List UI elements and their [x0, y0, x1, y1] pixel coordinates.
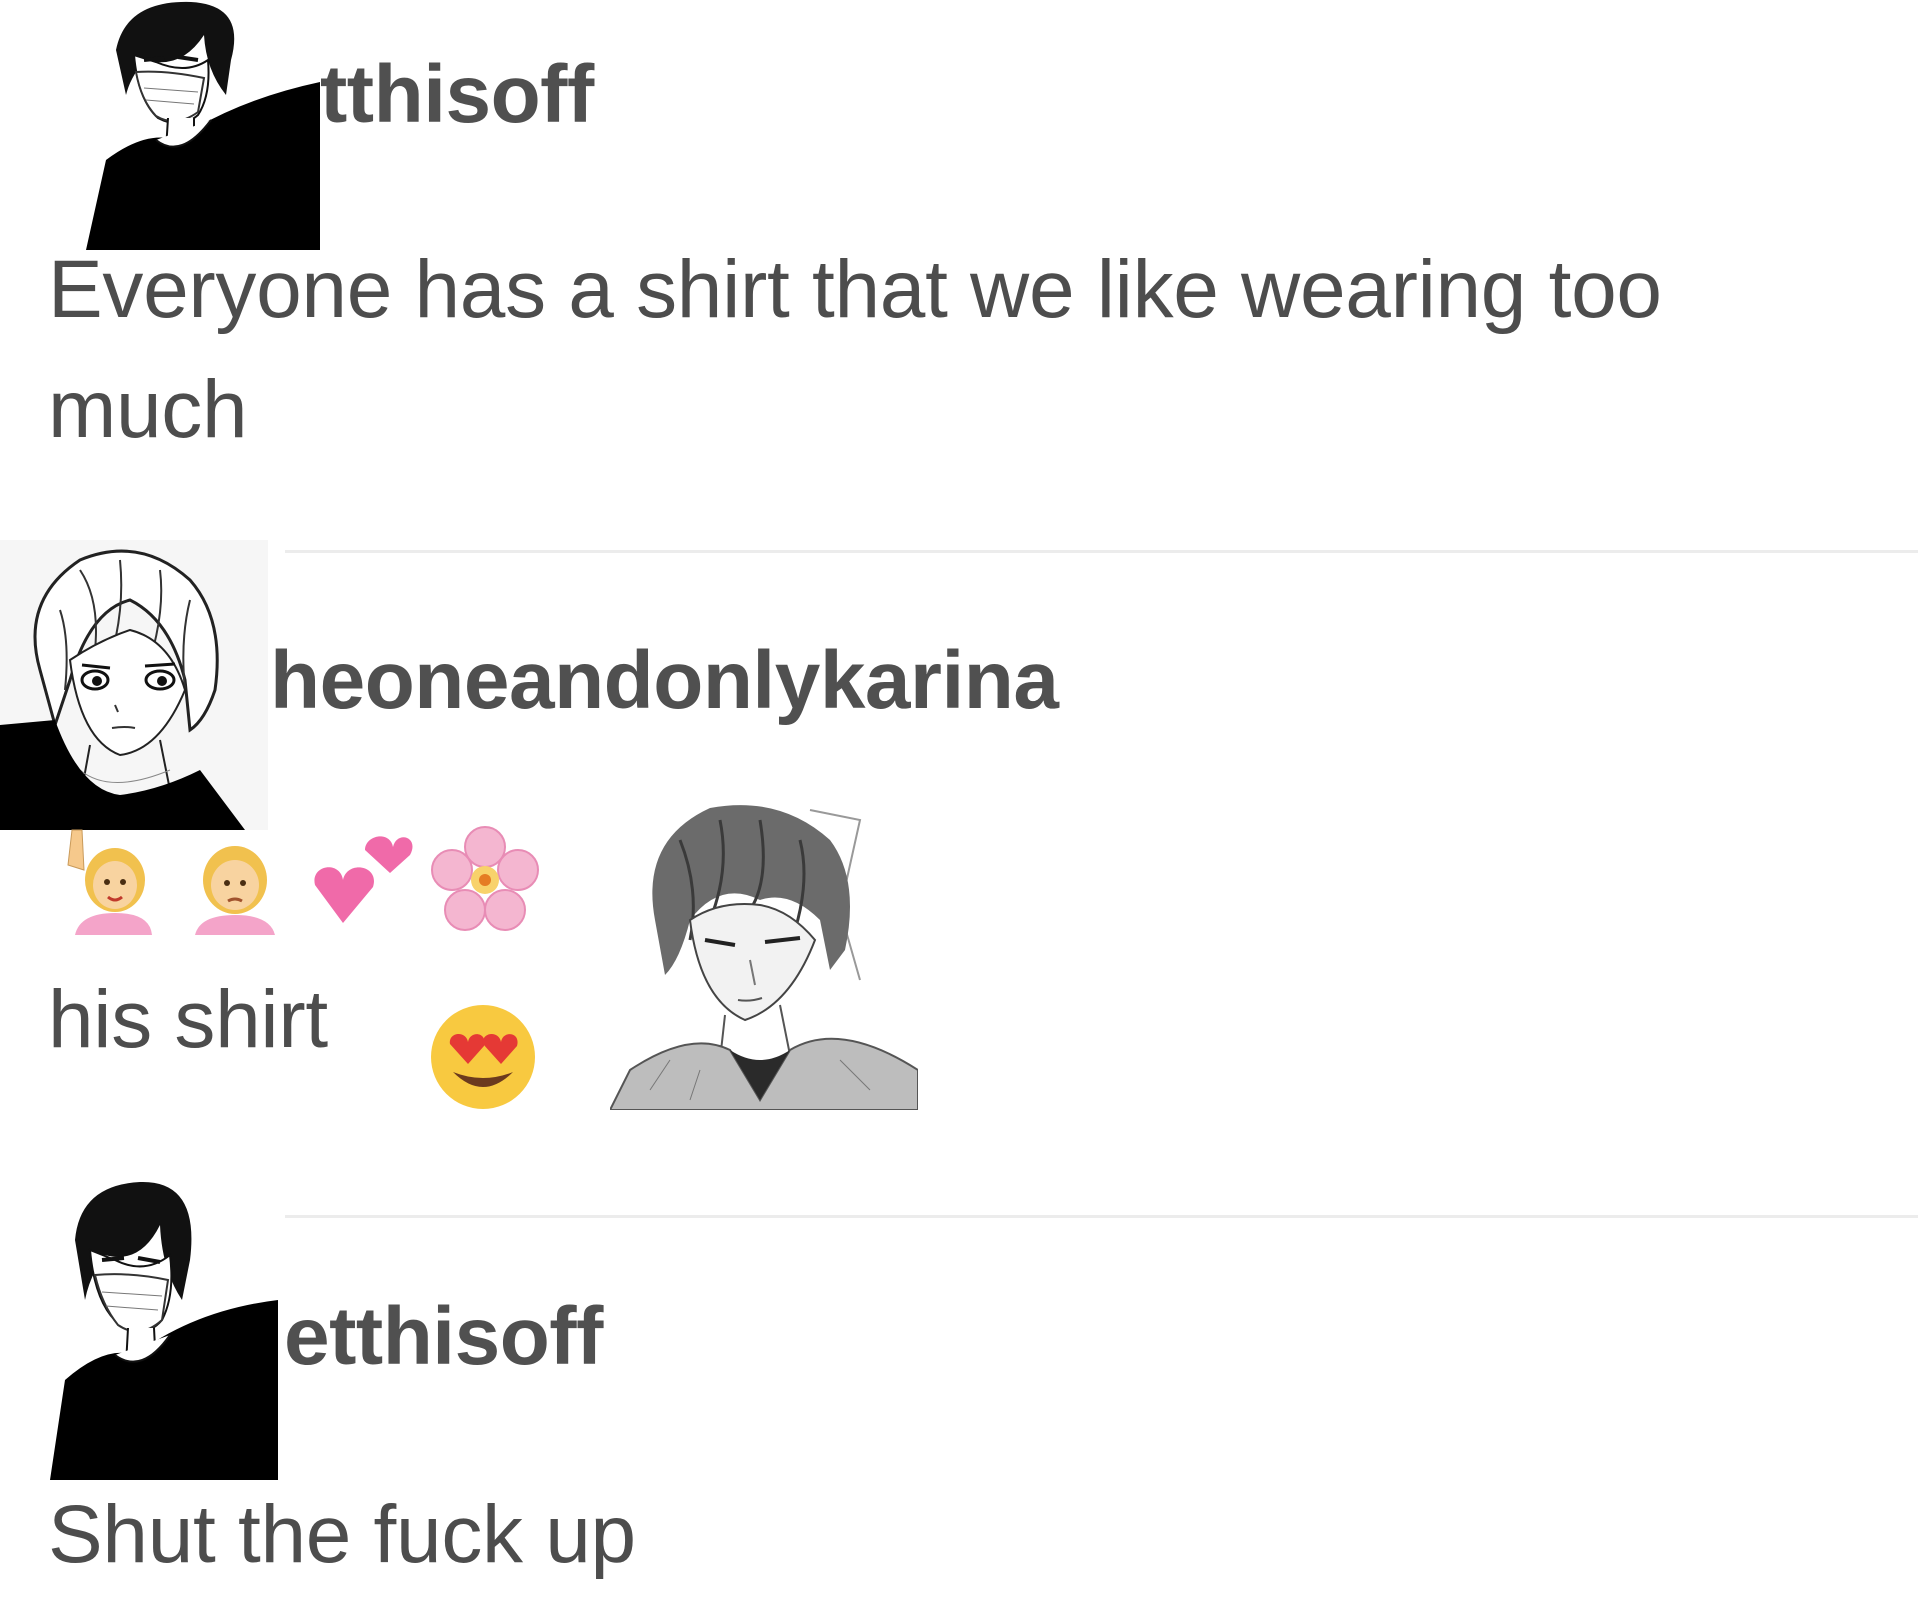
username[interactable]: tthisoff [320, 48, 594, 142]
avatar[interactable] [86, 0, 320, 250]
comment-text: Shut the fuck up [48, 1489, 636, 1580]
anime-blonde-boy-avatar-icon [0, 549, 245, 830]
anime-boy-masked-avatar-icon [50, 1181, 278, 1480]
comment-text: Everyone has a shirt that we like wearin… [48, 244, 1662, 455]
cherry-blossom-emoji [431, 826, 539, 931]
comment-item: tthisoff Everyone has a shirt that we li… [0, 0, 1918, 480]
avatar[interactable] [50, 1180, 278, 1480]
woman-raising-hand-emoji [67, 829, 152, 935]
emoji-line [60, 825, 580, 935]
sticker [608, 800, 919, 1111]
woman-pouting-emoji [195, 846, 275, 935]
anime-boy-masked-avatar-icon [86, 1, 320, 250]
username[interactable]: etthisoff [284, 1290, 603, 1384]
avatar[interactable] [0, 540, 268, 830]
heart-eyes-emoji [431, 1005, 535, 1109]
username[interactable]: heoneandonlykarina [270, 634, 1059, 728]
comment-item: heoneandonlykarina his shirt [0, 540, 1918, 1180]
comment-item: etthisoff Shut the fuck up [0, 1180, 1918, 1624]
comment-text: his shirt [48, 974, 328, 1065]
two-hearts-emoji [314, 836, 413, 923]
anime-boy-sketch-sticker-icon [608, 805, 919, 1111]
